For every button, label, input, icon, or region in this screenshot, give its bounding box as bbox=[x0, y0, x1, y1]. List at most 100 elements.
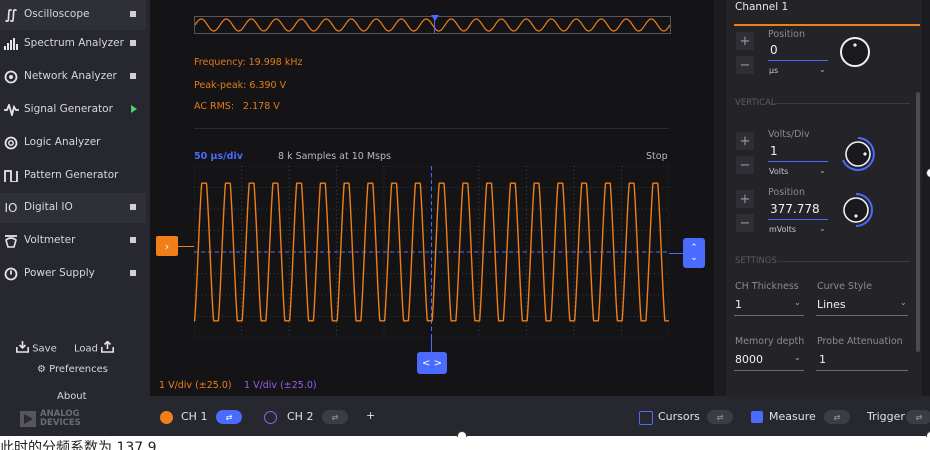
ch2-volts-div-label: 1 V/div (±25.0) bbox=[244, 380, 317, 391]
sidebar-item-power-supply[interactable]: Power Supply bbox=[0, 259, 146, 289]
v-position-unit-select[interactable]: mVolts bbox=[769, 225, 796, 234]
trigger-label[interactable]: Trigger bbox=[867, 410, 905, 423]
sidebar-item-label: Digital IO bbox=[24, 201, 73, 213]
sidebar-item-network-analyzer[interactable]: Network Analyzer bbox=[0, 62, 146, 92]
volts-div-minus-button[interactable]: − bbox=[736, 156, 754, 174]
save-icon bbox=[16, 341, 29, 356]
position-label: Position bbox=[768, 29, 805, 40]
ch-thickness-select[interactable]: 1 bbox=[735, 298, 742, 311]
time-position-handle[interactable]: < > bbox=[417, 352, 447, 374]
signal-icon bbox=[3, 101, 19, 119]
acquisition-status: Stop bbox=[646, 151, 668, 162]
ac-rms-value: 2.178 V bbox=[243, 101, 280, 112]
curve-style-select[interactable]: Lines bbox=[817, 298, 846, 311]
volts-div-input[interactable]: 1 bbox=[770, 144, 778, 158]
section-divider bbox=[779, 261, 910, 262]
chevron-down-icon: ⌄ bbox=[690, 253, 698, 263]
ch1-enable-toggle[interactable] bbox=[160, 411, 173, 424]
memory-depth-label: Memory depth bbox=[735, 336, 805, 347]
sidebar-item-spectrum-analyzer[interactable]: Spectrum Analyzer bbox=[0, 29, 146, 59]
ch2-label[interactable]: CH 2 bbox=[287, 410, 313, 423]
v-position-input[interactable]: 377.778 bbox=[770, 202, 820, 216]
chevron-down-icon[interactable]: ⌄ bbox=[819, 65, 826, 74]
run-icon[interactable] bbox=[131, 105, 137, 113]
cursors-label[interactable]: Cursors bbox=[658, 410, 700, 423]
v-position-knob[interactable] bbox=[838, 192, 874, 228]
stop-icon[interactable] bbox=[130, 73, 136, 79]
panel-scrollbar[interactable] bbox=[916, 92, 920, 352]
position-input-underline bbox=[768, 60, 828, 61]
cursors-settings-icon[interactable]: ⇄ bbox=[707, 410, 733, 424]
analog-devices-logo: ANALOG DEVICES bbox=[40, 410, 81, 428]
network-icon bbox=[3, 68, 19, 86]
add-channel-button[interactable]: + bbox=[366, 409, 375, 422]
ch-thickness-label: CH Thickness bbox=[735, 281, 799, 292]
stop-icon[interactable] bbox=[130, 237, 136, 243]
ch1-settings-icon[interactable]: ⇄ bbox=[216, 410, 242, 424]
spectrum-icon bbox=[3, 35, 19, 53]
overview-position-marker[interactable] bbox=[431, 15, 439, 21]
memory-depth-select[interactable]: 8000 bbox=[735, 353, 763, 366]
pattern-icon bbox=[3, 167, 19, 185]
v-position-minus-button[interactable]: − bbox=[736, 214, 754, 232]
sidebar-item-voltmeter[interactable]: Voltmeter bbox=[0, 226, 146, 256]
time-position-line bbox=[431, 338, 432, 352]
ch2-enable-toggle[interactable] bbox=[264, 411, 277, 424]
sidebar-item-oscilloscope[interactable]: ∬ Oscilloscope bbox=[0, 0, 146, 30]
measure-label[interactable]: Measure bbox=[769, 410, 816, 423]
sidebar-item-signal-generator[interactable]: Signal Generator bbox=[0, 95, 146, 125]
volts-div-knob[interactable] bbox=[840, 136, 876, 172]
trigger-level-handle[interactable]: › bbox=[156, 236, 178, 256]
chevron-down-icon[interactable]: ⌄ bbox=[900, 298, 907, 307]
sidebar-item-digital-io[interactable]: IO Digital IO bbox=[0, 193, 146, 223]
v-position-plus-button[interactable]: + bbox=[736, 190, 754, 208]
probe-attenuation-input[interactable]: 1 bbox=[819, 353, 826, 366]
curve-style-label: Curve Style bbox=[817, 281, 872, 292]
channel-offset-handle[interactable]: ⌃ ⌄ bbox=[683, 238, 705, 268]
measure-settings-icon[interactable]: ⇄ bbox=[824, 410, 850, 424]
position-unit-select[interactable]: µs bbox=[769, 66, 778, 75]
voltmeter-icon bbox=[3, 232, 19, 250]
chevron-down-icon[interactable]: ⌄ bbox=[794, 298, 801, 307]
measure-checkbox[interactable] bbox=[751, 411, 763, 423]
timebase-overview[interactable] bbox=[194, 15, 671, 34]
cursors-checkbox[interactable] bbox=[639, 411, 653, 425]
sidebar-item-logic-analyzer[interactable]: Logic Analyzer bbox=[0, 128, 146, 158]
ch-thickness-underline bbox=[734, 315, 804, 316]
load-button[interactable]: Load bbox=[74, 340, 115, 356]
trigger-level-line bbox=[178, 246, 194, 247]
save-button[interactable]: Save bbox=[16, 341, 57, 356]
sidebar-item-pattern-generator[interactable]: Pattern Generator bbox=[0, 161, 146, 191]
chevron-down-icon[interactable]: ⌄ bbox=[819, 166, 826, 175]
ch2-settings-icon[interactable]: ⇄ bbox=[322, 410, 348, 424]
position-plus-button[interactable]: + bbox=[736, 32, 754, 50]
about-button[interactable]: About bbox=[57, 391, 87, 402]
chevron-down-icon[interactable]: ⌄ bbox=[794, 353, 801, 362]
stop-icon[interactable] bbox=[130, 270, 136, 276]
volts-div-plus-button[interactable]: + bbox=[736, 132, 754, 150]
position-knob[interactable] bbox=[840, 37, 870, 67]
position-input[interactable]: 0 bbox=[770, 43, 778, 57]
load-icon bbox=[101, 340, 115, 356]
panel-title: Channel 1 bbox=[735, 1, 789, 13]
waveform-plot[interactable] bbox=[193, 165, 670, 339]
stop-icon[interactable] bbox=[130, 40, 136, 46]
position-minus-button[interactable]: − bbox=[736, 56, 754, 74]
sidebar-item-label: Signal Generator bbox=[24, 103, 113, 115]
curve-style-underline bbox=[816, 315, 908, 316]
trigger-settings-icon[interactable]: ⇄ bbox=[906, 410, 930, 424]
volts-div-unit-select[interactable]: Volts bbox=[769, 167, 788, 176]
scopy-window: ∬ Oscilloscope Spectrum Analyzer Network… bbox=[0, 0, 930, 436]
waveform-canvas bbox=[193, 165, 670, 339]
ch1-label[interactable]: CH 1 bbox=[181, 410, 207, 423]
stop-icon[interactable] bbox=[130, 11, 136, 17]
resize-handle[interactable] bbox=[926, 168, 930, 178]
ch1-volts-div-label: 1 V/div (±25.0) bbox=[159, 380, 232, 391]
stop-icon[interactable] bbox=[130, 204, 136, 210]
chevron-down-icon[interactable]: ⌄ bbox=[819, 224, 826, 233]
sidebar-item-label: Oscilloscope bbox=[24, 8, 90, 20]
preferences-button[interactable]: ⚙ Preferences bbox=[37, 364, 108, 375]
gear-icon: ⚙ bbox=[37, 364, 46, 375]
sidebar-item-label: Spectrum Analyzer bbox=[24, 37, 124, 49]
probe-attenuation-label: Probe Attenuation bbox=[817, 336, 903, 347]
